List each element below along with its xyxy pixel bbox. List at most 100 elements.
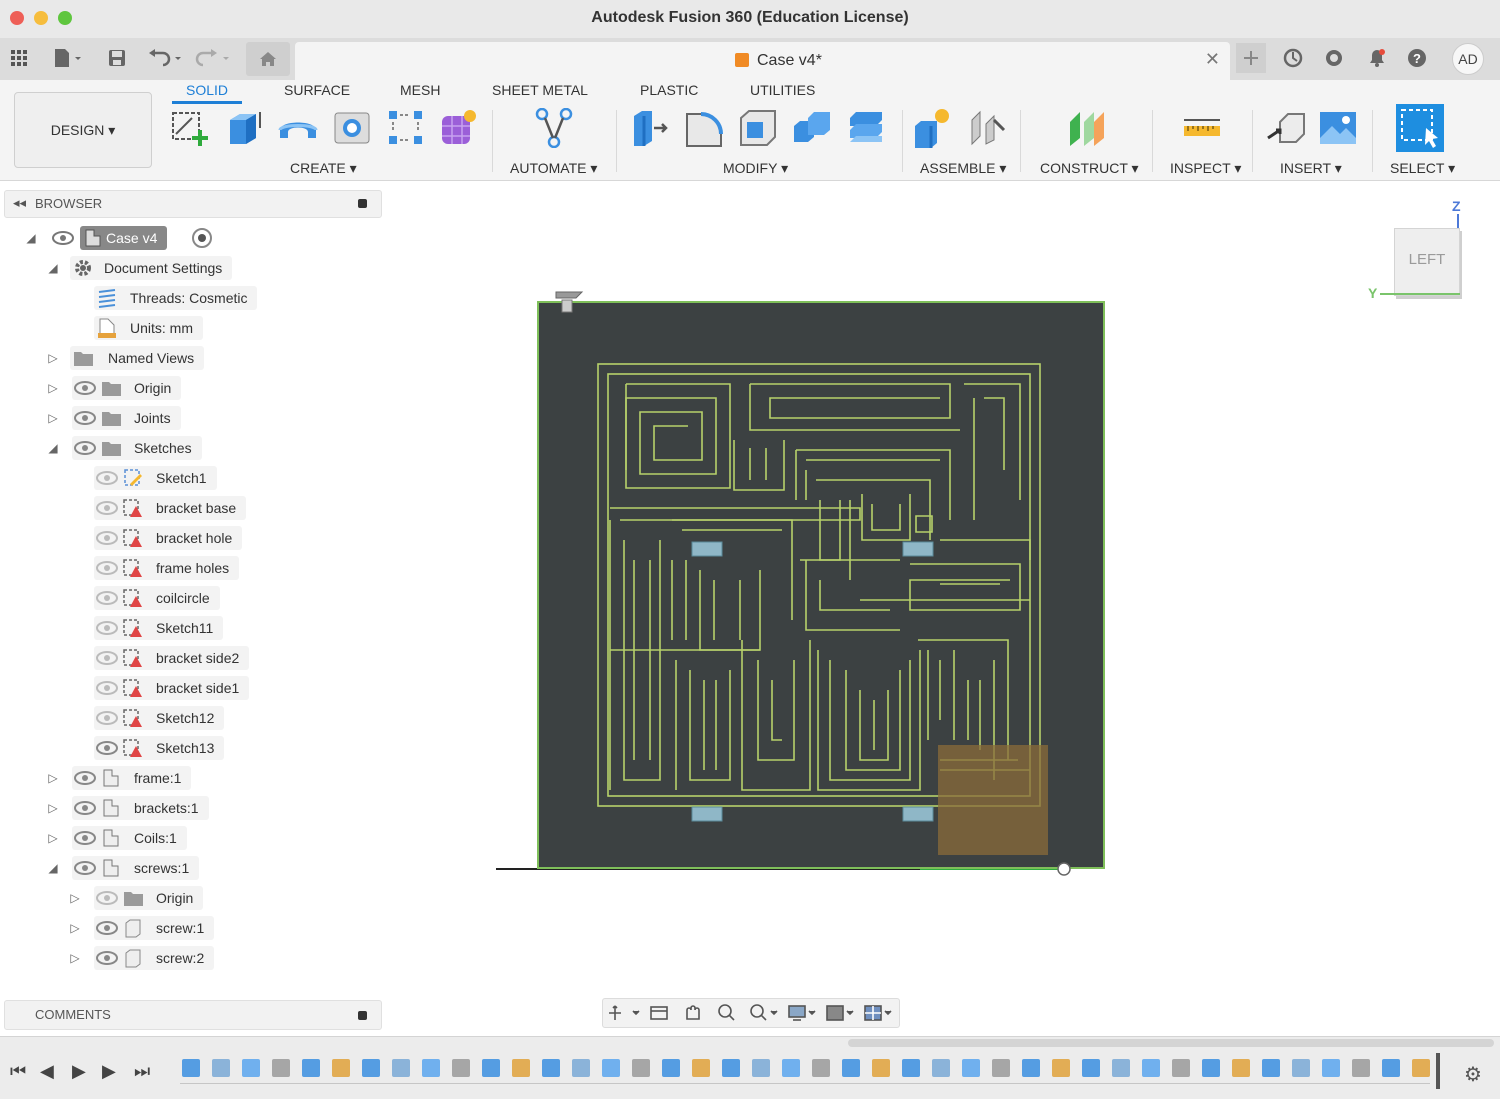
home-icon[interactable] (246, 42, 290, 76)
app-grid-icon[interactable] (8, 46, 30, 70)
timeline-feature-icon[interactable] (302, 1059, 320, 1077)
timeline-feature-icon[interactable] (902, 1059, 920, 1077)
tree-row-component[interactable]: ▷ frame:1 (0, 765, 380, 791)
tree-row-sketch[interactable]: Sketch1 (0, 465, 380, 491)
timeline-feature-icon[interactable] (212, 1059, 230, 1077)
tree-item-pill[interactable]: Coils:1 (72, 826, 187, 850)
expand-arrow-icon[interactable]: ▷ (68, 951, 82, 965)
visibility-eye-icon[interactable] (72, 436, 98, 460)
visibility-eye-icon[interactable] (72, 406, 98, 430)
redo-icon[interactable] (194, 46, 234, 70)
insert-menu[interactable]: INSERT ▾ (1280, 160, 1342, 177)
timeline-settings-gear-icon[interactable]: ⚙ (1464, 1062, 1482, 1087)
assemble-menu[interactable]: ASSEMBLE ▾ (920, 160, 1006, 177)
visibility-eye-icon[interactable] (72, 766, 98, 790)
tree-item-pill[interactable]: Joints (72, 406, 181, 430)
expand-arrow-icon[interactable]: ◢ (24, 231, 38, 245)
timeline-feature-icon[interactable] (1232, 1059, 1250, 1077)
insert-canvas-icon[interactable] (1318, 108, 1358, 148)
tab-surface[interactable]: SURFACE (284, 82, 350, 98)
tree-row-component[interactable]: ▷ brackets:1 (0, 795, 380, 821)
timeline-feature-icon[interactable] (242, 1059, 260, 1077)
visibility-eye-icon[interactable] (50, 226, 76, 250)
hidden-eye-icon[interactable] (94, 706, 120, 730)
timeline-feature-icon[interactable] (992, 1059, 1010, 1077)
create-menu[interactable]: CREATE ▾ (290, 160, 357, 177)
timeline-feature-icon[interactable] (182, 1059, 200, 1077)
tree-row-origin[interactable]: ▷ Origin (0, 375, 380, 401)
timeline-feature-icon[interactable] (1112, 1059, 1130, 1077)
tree-row-sketch[interactable]: Sketch11 (0, 615, 380, 641)
hidden-eye-icon[interactable] (94, 886, 120, 910)
tab-mesh[interactable]: MESH (400, 82, 440, 98)
undo-icon[interactable] (146, 46, 186, 70)
timeline-feature-icon[interactable] (1412, 1059, 1430, 1077)
tree-row-origin[interactable]: ▷ Origin (0, 885, 380, 911)
tree-item-pill[interactable]: Sketches (72, 436, 202, 460)
go-to-end-icon[interactable]: ⏭ (134, 1061, 150, 1082)
automate-menu[interactable]: AUTOMATE ▾ (510, 160, 597, 177)
timeline-feature-icon[interactable] (1262, 1059, 1280, 1077)
timeline-feature-icon[interactable] (512, 1059, 530, 1077)
tree-row-sketch[interactable]: Sketch12 (0, 705, 380, 731)
user-avatar[interactable]: AD (1452, 43, 1484, 75)
press-pull-icon[interactable] (630, 108, 670, 148)
expand-arrow-icon[interactable]: ▷ (46, 831, 60, 845)
expand-arrow-icon[interactable]: ◢ (46, 261, 60, 275)
play-icon[interactable]: ▶ (72, 1061, 86, 1082)
timeline-feature-icon[interactable] (1202, 1059, 1220, 1077)
timeline-feature-icon[interactable] (452, 1059, 470, 1077)
timeline-feature-icon[interactable] (272, 1059, 290, 1077)
hidden-eye-icon[interactable] (94, 496, 120, 520)
tree-row-component[interactable]: ◢ screws:1 (0, 855, 380, 881)
expand-arrow-icon[interactable]: ◢ (46, 861, 60, 875)
tab-utilities[interactable]: UTILITIES (750, 82, 815, 98)
timeline-feature-icon[interactable] (632, 1059, 650, 1077)
create-form-icon[interactable] (438, 108, 478, 148)
timeline-feature-icon[interactable] (1022, 1059, 1040, 1077)
expand-arrow-icon[interactable]: ▷ (46, 771, 60, 785)
tree-row-sketch[interactable]: coilcircle (0, 585, 380, 611)
tree-row-sketch[interactable]: bracket hole (0, 525, 380, 551)
construct-menu[interactable]: CONSTRUCT ▾ (1040, 160, 1139, 177)
timeline-feature-icon[interactable] (572, 1059, 590, 1077)
timeline-marker[interactable] (1436, 1053, 1440, 1089)
hidden-eye-icon[interactable] (94, 646, 120, 670)
inspect-menu[interactable]: INSPECT ▾ (1170, 160, 1241, 177)
activate-radio-icon[interactable] (192, 228, 212, 248)
visibility-eye-icon[interactable] (72, 796, 98, 820)
tree-item-pill[interactable]: Units: mm (94, 316, 203, 340)
tree-row-sketch[interactable]: bracket side1 (0, 675, 380, 701)
expand-arrow-icon[interactable]: ▷ (46, 801, 60, 815)
select-menu[interactable]: SELECT ▾ (1390, 160, 1455, 177)
expand-arrow-icon[interactable]: ◢ (46, 441, 60, 455)
tree-item-pill[interactable]: Threads: Cosmetic (94, 286, 258, 310)
tree-row-sketch[interactable]: Sketch13 (0, 735, 380, 761)
timeline-scrollbar[interactable] (848, 1039, 1494, 1047)
step-back-icon[interactable]: ◀ (40, 1061, 54, 1082)
tree-item-pill[interactable]: frame holes (94, 556, 240, 580)
tree-item-pill[interactable]: Origin (94, 886, 204, 910)
expand-arrow-icon[interactable]: ▷ (46, 381, 60, 395)
extensions-icon[interactable] (1323, 46, 1345, 70)
timeline-feature-icon[interactable] (722, 1059, 740, 1077)
timeline-feature-icon[interactable] (1052, 1059, 1070, 1077)
tree-item-pill[interactable]: bracket side2 (94, 646, 250, 670)
tree-row-document-settings[interactable]: ◢ Document Settings (0, 255, 380, 281)
workspace-switcher-button[interactable]: DESIGN ▾ (14, 92, 152, 168)
timeline-feature-icon[interactable] (422, 1059, 440, 1077)
hidden-eye-icon[interactable] (94, 526, 120, 550)
job-status-icon[interactable] (1282, 46, 1304, 70)
timeline-feature-icon[interactable] (1172, 1059, 1190, 1077)
joint-icon[interactable] (968, 108, 1008, 148)
panel-pin-icon[interactable] (358, 1011, 367, 1020)
timeline-feature-icon[interactable] (1352, 1059, 1370, 1077)
timeline-feature-icon[interactable] (1142, 1059, 1160, 1077)
expand-arrow-icon[interactable]: ▷ (68, 921, 82, 935)
expand-arrow-icon[interactable]: ▷ (68, 891, 82, 905)
tree-row-joints[interactable]: ▷ Joints (0, 405, 380, 431)
help-icon[interactable]: ? (1406, 46, 1428, 70)
extrude-icon[interactable] (224, 108, 264, 148)
tree-item-pill[interactable]: screw:1 (94, 916, 215, 940)
tree-row-sketch[interactable]: bracket side2 (0, 645, 380, 671)
